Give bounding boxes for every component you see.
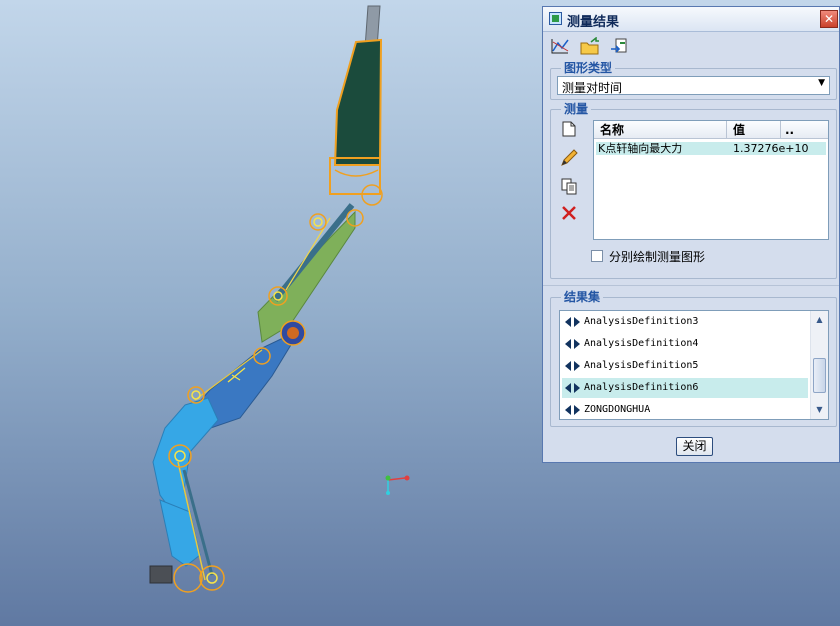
separate-graph-label: 分别绘制测量图形 xyxy=(609,250,706,264)
scroll-up-icon[interactable]: ▲ xyxy=(813,313,826,327)
chevron-down-icon: ▼ xyxy=(818,78,825,88)
measure-value-cell: 1.37276e+10 xyxy=(733,142,809,155)
green-link xyxy=(257,210,356,343)
list-item-label: AnalysisDefinition5 xyxy=(584,360,699,371)
list-item-label: AnalysisDefinition3 xyxy=(584,316,699,327)
column-header-name[interactable]: 名称 xyxy=(594,121,727,139)
column-header-value[interactable]: 值 xyxy=(727,121,781,139)
graph-type-label: 图形类型 xyxy=(561,61,616,75)
measure-name-cell: K点轩轴向最大力 xyxy=(598,142,683,155)
list-item[interactable]: ZONGDONGHUA xyxy=(562,400,808,419)
top-link xyxy=(333,38,383,166)
close-button[interactable]: 关闭 xyxy=(676,437,713,456)
measure-table[interactable]: 名称 值 .. K点轩轴向最大力 1.37276e+10 xyxy=(593,120,829,240)
dialog-title: 测量结果 xyxy=(567,15,620,30)
app-icon xyxy=(549,12,562,25)
new-icon[interactable] xyxy=(559,121,579,141)
axis-triad xyxy=(385,475,410,495)
scroll-down-icon[interactable]: ▼ xyxy=(813,403,826,417)
result-set-list[interactable]: AnalysisDefinition3 AnalysisDefinition4 … xyxy=(559,310,829,420)
list-item-label: ZONGDONGHUA xyxy=(584,404,651,415)
list-item[interactable]: AnalysisDefinition3 xyxy=(562,312,808,332)
list-item[interactable]: AnalysisDefinition4 xyxy=(562,334,808,354)
analysis-icon xyxy=(565,361,581,371)
table-row[interactable]: K点轩轴向最大力 1.37276e+10 xyxy=(596,142,826,155)
graph-type-select[interactable]: 测量对时间 ▼ xyxy=(557,76,830,95)
close-icon[interactable]: ✕ xyxy=(820,10,838,28)
graph-type-value: 测量对时间 xyxy=(562,81,623,95)
graph-icon[interactable] xyxy=(549,37,571,59)
measure-results-dialog: 测量结果 ✕ 图形类型 测量对时间 ▼ 测量 名称 值 .. K点轩轴向最大力 … xyxy=(542,6,840,463)
list-item-label: AnalysisDefinition6 xyxy=(584,382,699,393)
scrollbar[interactable]: ▲ ▼ xyxy=(810,311,828,419)
divider xyxy=(543,285,839,286)
bottom-block xyxy=(149,565,173,584)
list-item-label: AnalysisDefinition4 xyxy=(584,338,699,349)
analysis-icon xyxy=(565,383,581,393)
analysis-icon xyxy=(565,405,581,415)
measure-label: 测量 xyxy=(561,102,592,116)
open-folder-icon[interactable] xyxy=(579,36,601,59)
list-item-selected[interactable]: AnalysisDefinition6 xyxy=(562,378,808,398)
result-set-label: 结果集 xyxy=(561,290,604,304)
export-icon[interactable] xyxy=(609,37,631,59)
scroll-thumb[interactable] xyxy=(813,358,826,393)
analysis-icon xyxy=(565,317,581,327)
column-header-more[interactable]: .. xyxy=(781,121,828,139)
title-bar[interactable]: 测量结果 ✕ xyxy=(543,7,839,32)
list-item[interactable]: AnalysisDefinition5 xyxy=(562,356,808,376)
delete-icon[interactable] xyxy=(559,205,579,225)
edit-icon[interactable] xyxy=(559,149,579,169)
analysis-icon xyxy=(565,339,581,349)
copy-icon[interactable] xyxy=(559,177,579,197)
separate-graph-checkbox[interactable] xyxy=(591,250,603,262)
